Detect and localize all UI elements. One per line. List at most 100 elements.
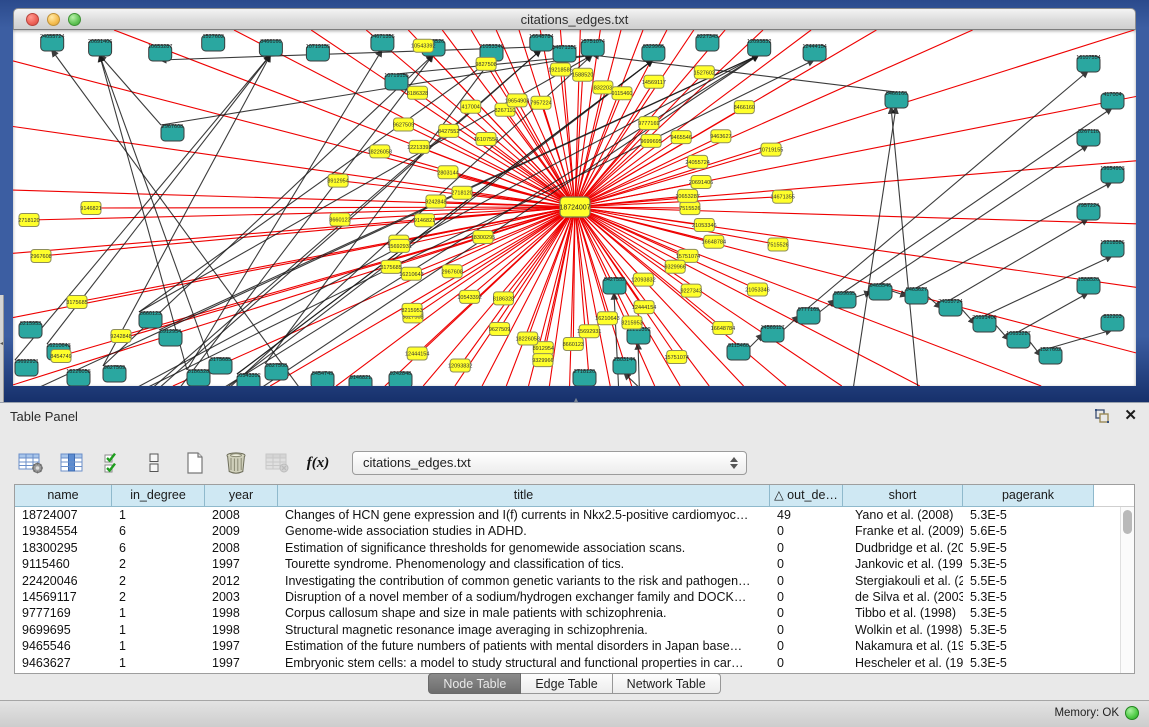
svg-text:9242848: 9242848: [425, 200, 446, 206]
table-cell: Tourette syndrome. Phenomenology and cla…: [278, 556, 770, 572]
tab-network-table[interactable]: Network Table: [613, 673, 721, 694]
svg-text:2718120: 2718120: [451, 191, 472, 197]
scrollbar-thumb[interactable]: [1123, 510, 1132, 534]
table-vertical-scrollbar[interactable]: [1120, 507, 1134, 673]
column-header-year[interactable]: year: [205, 485, 278, 507]
svg-text:12444154: 12444154: [405, 352, 429, 358]
column-header-out_de[interactable]: △ out_de…: [770, 485, 843, 507]
network-window-title: citations_edges.txt: [14, 9, 1135, 31]
table-cell: 5.3E-5: [963, 507, 1094, 523]
svg-text:8912954: 8912954: [160, 329, 181, 335]
table-selector-dropdown[interactable]: citations_edges.txt: [352, 451, 747, 475]
table-row[interactable]: 969969511998Structural magnetic resonanc…: [15, 622, 1120, 638]
svg-text:9777169: 9777169: [638, 121, 659, 127]
column-header-in_degree[interactable]: in_degree: [112, 485, 205, 507]
table-cell: 0: [770, 523, 843, 539]
memory-status[interactable]: Memory: OK: [1054, 706, 1139, 720]
network-window-titlebar[interactable]: citations_edges.txt: [13, 8, 1136, 30]
table-row[interactable]: 1938455462009Genome-wide association stu…: [15, 523, 1120, 539]
svg-text:16648784: 16648784: [529, 34, 553, 40]
function-builder-icon[interactable]: f(x): [303, 448, 333, 478]
svg-text:1527602: 1527602: [694, 70, 715, 76]
close-panel-icon[interactable]: ✕: [1124, 406, 1137, 426]
table-cell: Estimation of significance thresholds fo…: [278, 540, 770, 556]
select-rows-icon[interactable]: [98, 448, 128, 478]
hub-node: 18724007: [559, 197, 590, 217]
table-cell: 14569117: [15, 589, 112, 605]
svg-text:9115460: 9115460: [611, 91, 632, 97]
column-header-short[interactable]: short: [843, 485, 963, 507]
tab-node-table[interactable]: Node Table: [428, 673, 521, 694]
table-selector-value: citations_edges.txt: [363, 455, 471, 470]
svg-text:8215953: 8215953: [20, 321, 41, 327]
svg-text:15751074: 15751074: [580, 39, 604, 45]
svg-text:16648784: 16648784: [702, 240, 726, 246]
table-row[interactable]: 1456911722003Disruption of a novel membe…: [15, 589, 1120, 605]
svg-text:10543392: 10543392: [236, 373, 260, 379]
svg-text:14671355: 14671355: [770, 195, 794, 201]
table-row[interactable]: 1872400712008Changes of HCN gene express…: [15, 507, 1120, 523]
split-pane-divider-handle[interactable]: ▴: [570, 396, 582, 403]
svg-text:7515526: 7515526: [679, 206, 700, 212]
svg-text:10653287: 10653287: [148, 44, 172, 50]
table-cell: 2: [112, 573, 205, 589]
column-header-name[interactable]: name: [15, 485, 112, 507]
memory-status-label: Memory: OK: [1054, 707, 1119, 719]
table-row[interactable]: 911546021997Tourette syndrome. Phenomeno…: [15, 556, 1120, 572]
svg-text:8186328: 8186328: [493, 296, 514, 302]
svg-text:9329966: 9329966: [664, 265, 685, 271]
table-row[interactable]: 946554611997Estimation of the future num…: [15, 638, 1120, 654]
svg-text:7957224: 7957224: [530, 101, 551, 107]
network-canvas[interactable]: 2405572420691406106532871527602846616010…: [13, 30, 1136, 386]
svg-text:10653287: 10653287: [1006, 331, 1030, 337]
table-cell: 5.3E-5: [963, 605, 1094, 621]
column-header-title[interactable]: title: [278, 485, 770, 507]
table-row[interactable]: 1830029562008Estimation of significance …: [15, 540, 1120, 556]
table-settings-icon[interactable]: [16, 448, 46, 478]
svg-text:12444154: 12444154: [802, 44, 826, 50]
svg-text:9146821: 9146821: [350, 375, 371, 381]
svg-text:9465546: 9465546: [670, 135, 691, 141]
table-cell: Tibbo et al. (1998): [843, 605, 963, 621]
citation-network-graph[interactable]: 2405572420691406106532871527602846616010…: [13, 30, 1136, 386]
table-body: 1872400712008Changes of HCN gene express…: [15, 507, 1120, 673]
table-cell: 1: [112, 507, 205, 523]
fx-icon: f(x): [307, 455, 330, 472]
column-header-pagerank[interactable]: pagerank: [963, 485, 1094, 507]
delete-column-icon[interactable]: [221, 448, 251, 478]
new-table-icon[interactable]: [180, 448, 210, 478]
svg-text:8427552: 8427552: [604, 277, 625, 283]
table-cell: 0: [770, 573, 843, 589]
table-cell: 2: [112, 589, 205, 605]
west-panel-collapsed-strip[interactable]: ◂: [0, 295, 4, 402]
table-cell: Nakamura et al. (1997): [843, 638, 963, 654]
svg-text:15692931: 15692931: [14, 359, 38, 365]
svg-text:16107554: 16107554: [1076, 55, 1100, 61]
svg-text:9463627: 9463627: [710, 134, 731, 140]
svg-text:12213392: 12213392: [407, 145, 431, 151]
table-row[interactable]: 977716911998Corpus callosum shape and si…: [15, 605, 1120, 621]
table-cell: 5.3E-5: [963, 638, 1094, 654]
table-cell: Investigating the contribution of common…: [278, 573, 770, 589]
table-cell: 49: [770, 507, 843, 523]
table-cell: 0: [770, 622, 843, 638]
float-window-icon[interactable]: [1094, 408, 1110, 424]
svg-text:9827508: 9827508: [266, 363, 287, 369]
svg-text:9227343: 9227343: [680, 289, 701, 295]
tab-edge-table[interactable]: Edge Table: [521, 673, 612, 694]
table-panel-title: Table Panel: [10, 409, 78, 424]
svg-text:2967608: 2967608: [30, 254, 51, 260]
table-row[interactable]: 2242004622012Investigating the contribut…: [15, 573, 1120, 589]
table-cell: 5.6E-5: [963, 523, 1094, 539]
table-cell: 1997: [205, 638, 278, 654]
table-cell: 1997: [205, 655, 278, 671]
table-row[interactable]: 946362711997Embryonic stem cells: a mode…: [15, 655, 1120, 671]
svg-text:8660123: 8660123: [563, 342, 584, 348]
svg-text:18300295: 18300295: [471, 235, 495, 241]
column-visibility-icon[interactable]: [57, 448, 87, 478]
table-toolbar: f(x) citations_edges.txt: [16, 446, 747, 480]
svg-text:417004: 417004: [1103, 92, 1121, 98]
row-height-icon[interactable]: [139, 448, 169, 478]
table-cell: 5.3E-5: [963, 556, 1094, 572]
expand-west-panel-icon[interactable]: ◂: [0, 341, 3, 347]
